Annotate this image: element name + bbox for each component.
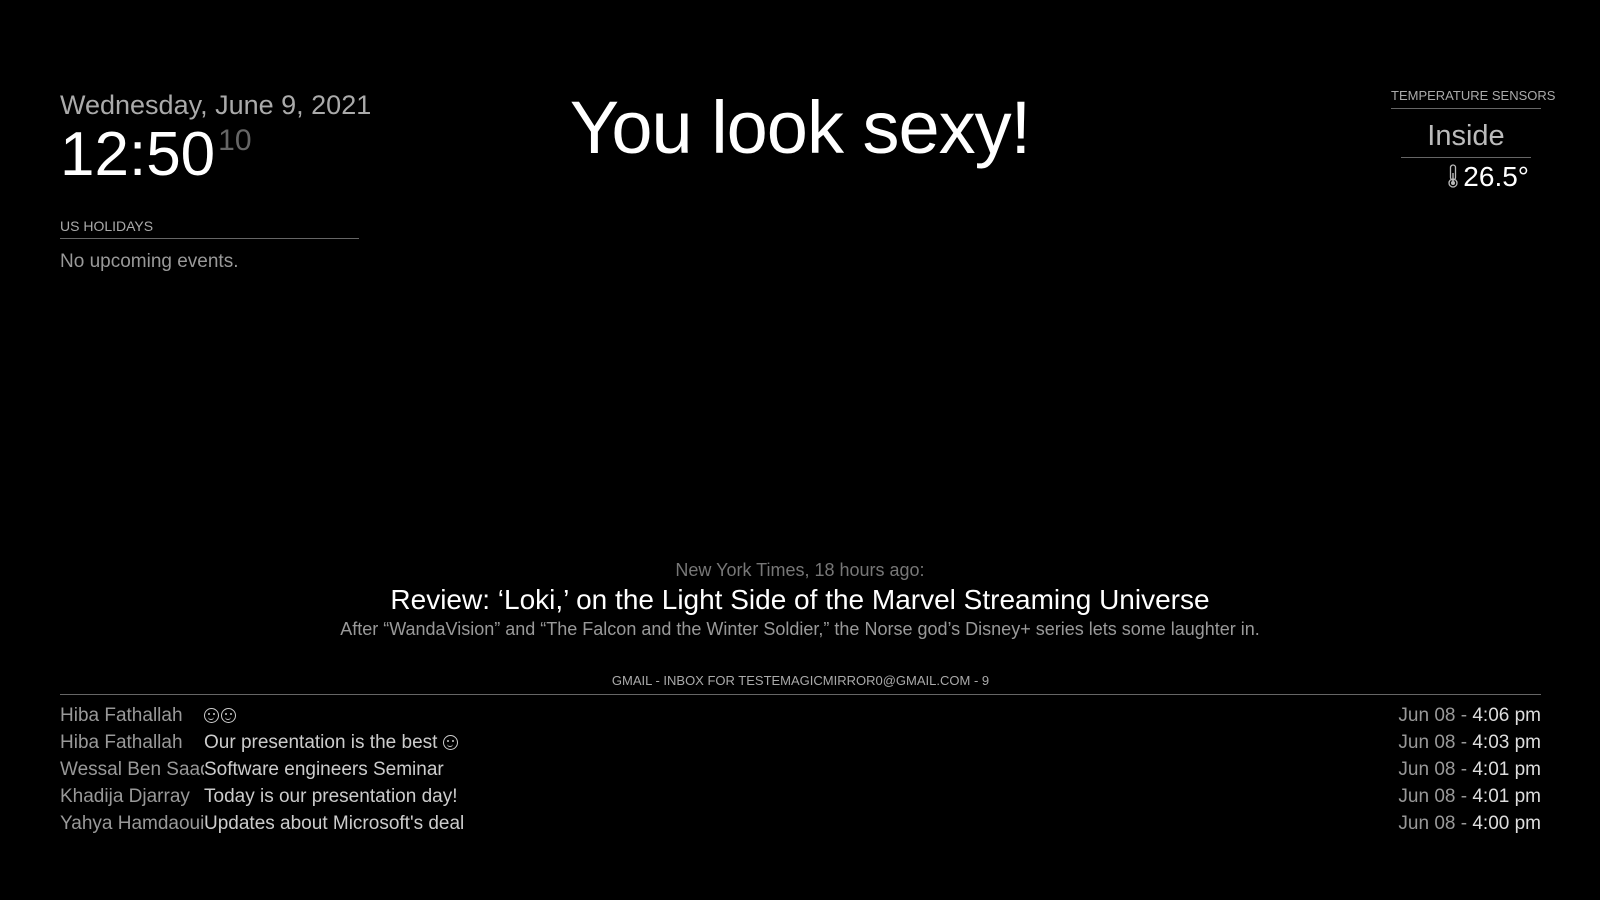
mail-subject: Our presentation is the best bbox=[204, 732, 1398, 754]
news-headline: Review: ‘Loki,’ on the Light Side of the… bbox=[390, 584, 1210, 615]
mail-date: Jun 08 - 4:01 pm bbox=[1398, 785, 1541, 807]
calendar-module: US Holidays No upcoming events. bbox=[60, 218, 359, 273]
mail-sender: Khadija Djarray bbox=[60, 785, 190, 807]
news-description: After “WandaVision” and “The Falcon and … bbox=[340, 619, 1260, 639]
mail-row: Hiba Fathallah Our presentation is the b… bbox=[60, 729, 1541, 756]
temperature-reading: 26.5° bbox=[1391, 160, 1541, 196]
compliment-text: You look sexy! bbox=[569, 86, 1031, 169]
mail-sender: Hiba Fathallah bbox=[60, 704, 183, 726]
mail-row: Hiba Fathallah Jun 08 - 4:06 pm bbox=[60, 702, 1541, 729]
temperature-room-label: Inside bbox=[1401, 119, 1531, 158]
temperature-header: Temperature Sensors bbox=[1391, 88, 1555, 109]
calendar-header: US Holidays bbox=[60, 218, 359, 239]
mail-date: Jun 08 - 4:03 pm bbox=[1398, 731, 1541, 753]
mail-row: Yahya Hamdaoui Updates about Microsoft's… bbox=[60, 810, 1541, 837]
temperature-value: 26.5° bbox=[1463, 161, 1529, 192]
mail-time: 4:03 pm bbox=[1472, 731, 1541, 753]
mail-subject: Today is our presentation day! bbox=[204, 785, 458, 807]
grinning-emoji-icon bbox=[442, 734, 458, 750]
news-source: New York Times, 18 hours ago: bbox=[675, 560, 925, 580]
temperature-module: Temperature Sensors Inside 26.5° bbox=[1391, 88, 1555, 196]
mail-date: Jun 08 - 4:00 pm bbox=[1398, 812, 1541, 834]
mail-time: 4:06 pm bbox=[1472, 704, 1541, 726]
mail-date: Jun 08 - 4:01 pm bbox=[1398, 758, 1541, 780]
thermometer-icon bbox=[1447, 162, 1459, 196]
mail-sender: Wessal Ben Saad bbox=[60, 758, 204, 780]
mail-list: Hiba Fathallah Jun 08 - 4:06 pm Hiba Fat… bbox=[60, 702, 1541, 837]
news-feed-module: New York Times, 18 hours ago: Review: ‘L… bbox=[0, 559, 1600, 641]
mail-date: Jun 08 - 4:06 pm bbox=[1398, 704, 1541, 726]
magic-mirror-screen: Wednesday, June 9, 2021 12:50 10 US Holi… bbox=[0, 0, 1600, 900]
smiley-emoji-icon bbox=[204, 707, 219, 723]
smiley-emoji-icon bbox=[221, 707, 236, 723]
gmail-module: Gmail - Inbox for testemagicmirror0@gmai… bbox=[60, 673, 1541, 837]
mail-row: Khadija Djarray Today is our presentatio… bbox=[60, 783, 1541, 810]
mail-subject: Updates about Microsoft's deal bbox=[204, 812, 465, 834]
mail-time: 4:00 pm bbox=[1472, 812, 1541, 834]
mail-subject: Software engineers Seminar bbox=[204, 758, 444, 780]
mail-time: 4:01 pm bbox=[1472, 785, 1541, 807]
mail-sender: Yahya Hamdaoui bbox=[60, 812, 204, 834]
mail-sender: Hiba Fathallah bbox=[60, 731, 183, 753]
gmail-header: Gmail - Inbox for testemagicmirror0@gmai… bbox=[60, 673, 1541, 695]
mail-row: Wessal Ben Saad Software engineers Semin… bbox=[60, 756, 1541, 783]
mail-subject-text: Our presentation is the best bbox=[204, 731, 443, 753]
calendar-empty-text: No upcoming events. bbox=[60, 251, 239, 272]
mail-time: 4:01 pm bbox=[1472, 758, 1541, 780]
mail-subject bbox=[204, 705, 1398, 727]
